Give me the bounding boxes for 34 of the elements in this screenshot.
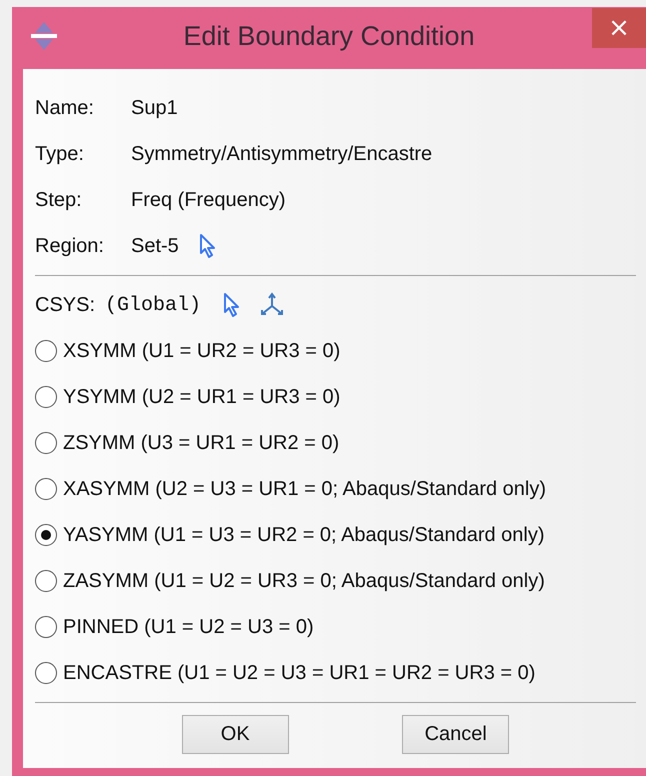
ok-button[interactable]: OK bbox=[182, 715, 289, 754]
app-icon bbox=[29, 21, 59, 51]
radio-button[interactable] bbox=[35, 570, 57, 592]
radio-button[interactable] bbox=[35, 616, 57, 638]
pointer-icon[interactable] bbox=[223, 292, 242, 318]
close-button[interactable]: × bbox=[592, 8, 646, 48]
csys-value: (Global) bbox=[105, 294, 202, 316]
field-label: Step: bbox=[35, 188, 83, 212]
field-value: Sup1 bbox=[131, 96, 178, 120]
option-label: PINNED (U1 = U2 = U3 = 0) bbox=[63, 616, 314, 638]
field-value: Freq (Frequency) bbox=[131, 188, 286, 212]
cancel-button[interactable]: Cancel bbox=[402, 715, 510, 754]
option-label: ENCASTRE (U1 = U2 = U3 = UR1 = UR2 = UR3 = 0) bbox=[63, 662, 536, 684]
field-label: Name: bbox=[35, 96, 95, 120]
radio-button[interactable] bbox=[35, 340, 57, 362]
axes-icon[interactable] bbox=[259, 292, 286, 318]
radio-button[interactable] bbox=[35, 662, 57, 684]
field-value: Set-5 bbox=[131, 234, 179, 258]
option-label: XSYMM (U1 = UR2 = UR3 = 0) bbox=[63, 340, 340, 362]
csys-label: CSYS: bbox=[35, 294, 96, 316]
radio-button[interactable] bbox=[35, 524, 57, 546]
option-label: ZSYMM (U3 = UR1 = UR2 = 0) bbox=[63, 432, 340, 454]
radio-button[interactable] bbox=[35, 478, 57, 500]
pointer-icon[interactable] bbox=[198, 233, 217, 259]
option-label: ZASYMM (U1 = U2 = UR3 = 0; Abaqus/Standard only) bbox=[63, 570, 545, 592]
option-label: XASYMM (U2 = U3 = UR1 = 0; Abaqus/Standard only) bbox=[63, 478, 546, 500]
option-label: YASYMM (U1 = U3 = UR2 = 0; Abaqus/Standard only) bbox=[63, 524, 545, 546]
radio-button[interactable] bbox=[35, 432, 57, 454]
field-value: Symmetry/Antisymmetry/Encastre bbox=[131, 142, 432, 166]
option-label: YSYMM (U2 = UR1 = UR3 = 0) bbox=[63, 386, 340, 408]
field-label: Region: bbox=[35, 234, 105, 258]
window-title: Edit Boundary Condition bbox=[183, 21, 475, 52]
radio-button[interactable] bbox=[35, 386, 57, 408]
field-label: Type: bbox=[35, 142, 85, 166]
